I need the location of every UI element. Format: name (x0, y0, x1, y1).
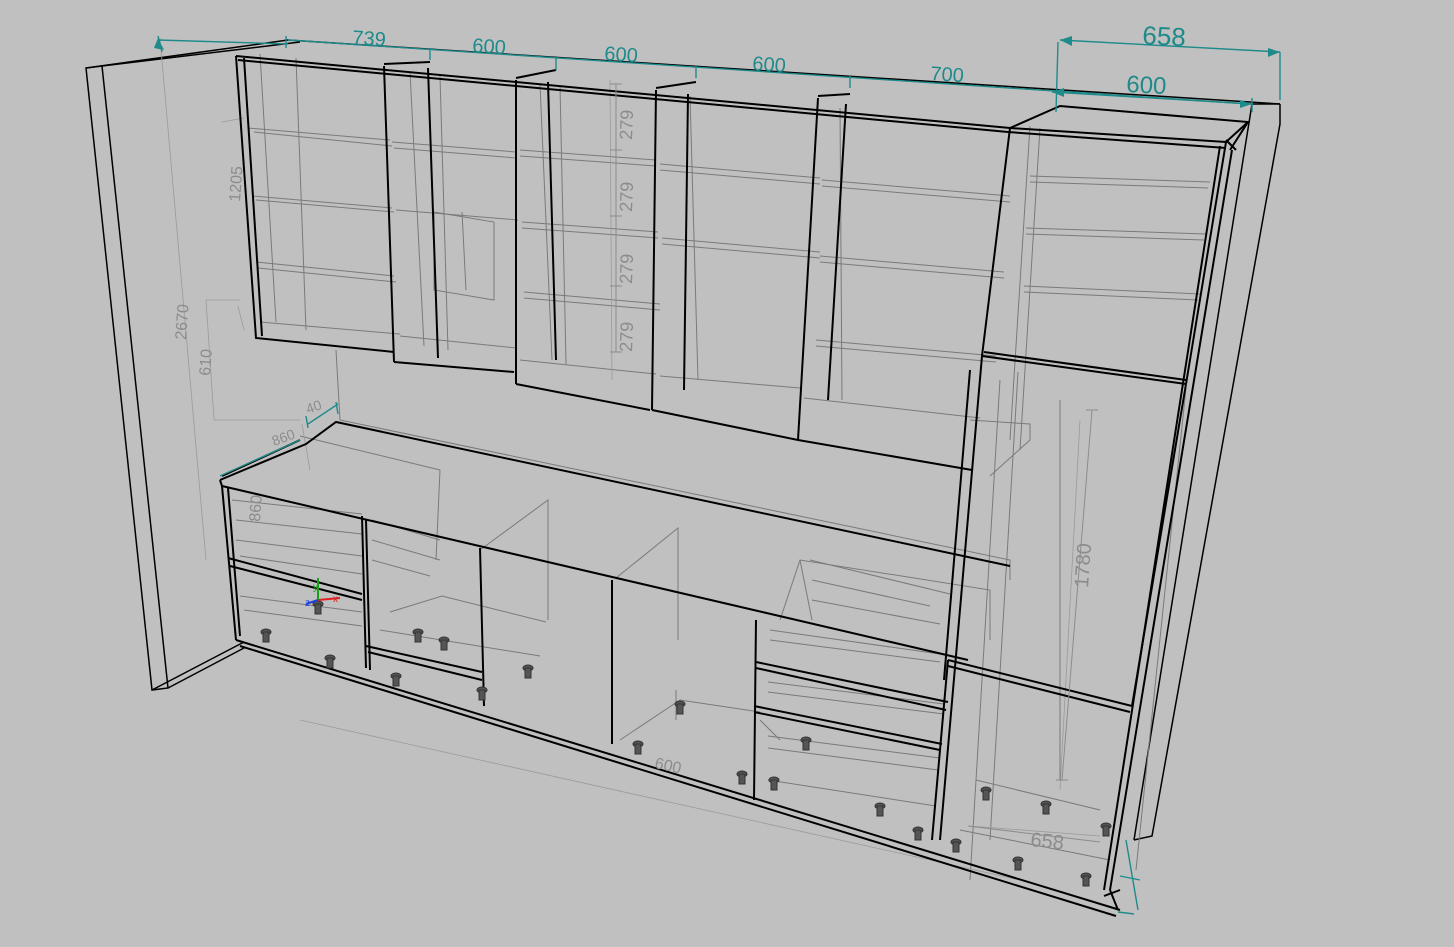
cabinet-foot-stem (1082, 875, 1090, 887)
dim-tall-unit-height: 1780 (1071, 542, 1096, 588)
cabinet-feet (260, 600, 1112, 887)
dim-top-600-c: 600 (752, 53, 787, 77)
dim-top-600-a: 600 (472, 35, 507, 59)
kitchen-wireframe-drawing: 739 600 600 600 700 658 600 2670 1205 61… (85, 20, 1281, 917)
dim-top-600-b: 600 (604, 43, 639, 67)
base-cabinets (219, 139, 1237, 917)
cabinet-foot-stem (262, 631, 270, 643)
cabinet-foot-stem (982, 789, 990, 801)
cabinet-foot-stem (440, 639, 448, 651)
dimension-lines-primary (157, 35, 1281, 915)
cabinet-foot-stem (914, 829, 922, 841)
dim-tall-unit-depth: 658 (1029, 829, 1064, 854)
dim-base-height: 860 (247, 494, 266, 522)
cabinet-foot-stem (738, 773, 746, 785)
dim-top-600-d: 600 (1126, 71, 1167, 100)
wall-panels (85, 39, 1281, 841)
cabinet-foot-stem (392, 675, 400, 687)
dim-countertop: 40 (304, 396, 324, 416)
dimension-arrowheads (154, 36, 1280, 108)
dim-top-658: 658 (1142, 20, 1187, 52)
cabinet-foot-stem (326, 657, 334, 669)
cabinet-foot-stem (524, 667, 532, 679)
hidden-lines (231, 53, 1211, 881)
dim-upper-height: 1205 (227, 165, 246, 202)
cabinet-foot-stem (770, 779, 778, 791)
cabinet-foot-stem (414, 631, 422, 643)
dimension-lines-secondary (610, 83, 1101, 843)
cabinet-foot-stem (1014, 859, 1022, 871)
axis-y-label: y (313, 582, 318, 593)
cabinet-foot-stem (952, 841, 960, 853)
dim-shelf-4: 279 (616, 321, 637, 352)
cad-viewport[interactable]: 739 600 600 600 700 658 600 2670 1205 61… (0, 0, 1454, 947)
dim-shelf-2: 279 (616, 181, 637, 212)
cabinet-foot-stem (1102, 825, 1110, 837)
dim-base-depth-a: 860 (270, 426, 298, 449)
cabinet-foot-stem (676, 703, 684, 715)
dim-gap-height: 610 (197, 348, 216, 376)
axis-x-label: x (333, 594, 338, 605)
dim-shelf-3: 279 (616, 253, 637, 284)
dim-top-739: 739 (352, 27, 387, 51)
cabinet-foot-stem (478, 689, 486, 701)
axis-z-label: z (305, 598, 310, 609)
dim-shelf-1: 279 (616, 109, 637, 140)
cabinet-foot-stem (314, 603, 322, 615)
upper-cabinets (235, 55, 1251, 471)
dim-total-height: 2670 (173, 303, 192, 340)
dim-top-700: 700 (930, 63, 965, 87)
dimension-labels: 739 600 600 600 700 658 600 2670 1205 61… (173, 20, 1187, 854)
cabinet-foot-stem (634, 743, 642, 755)
cabinet-foot-stem (1042, 803, 1050, 815)
cabinet-foot-stem (802, 739, 810, 751)
cabinet-foot-stem (876, 805, 884, 817)
